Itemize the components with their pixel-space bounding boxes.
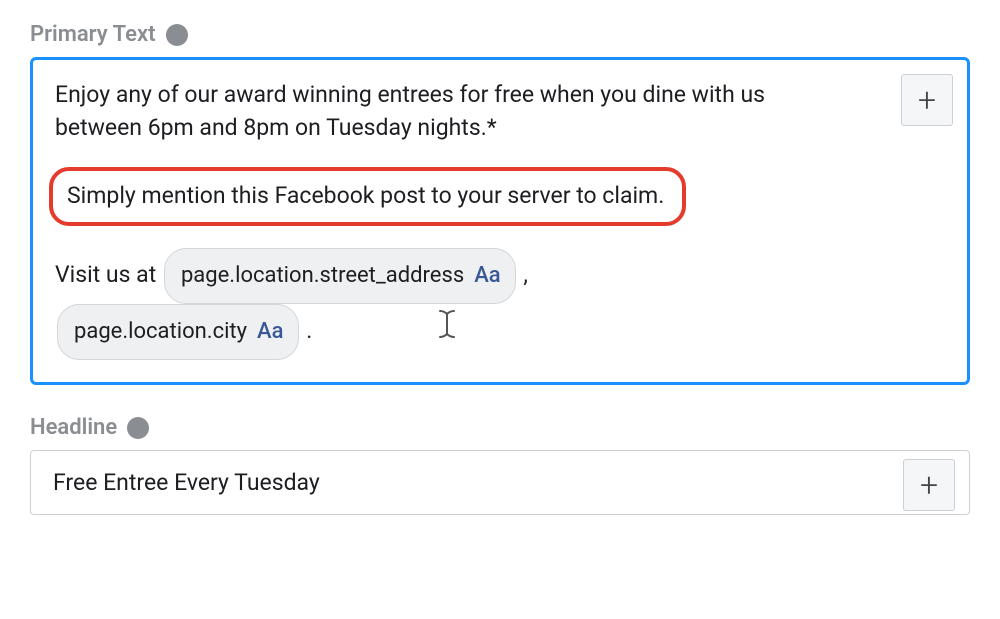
text-cursor-icon	[438, 308, 456, 356]
info-icon[interactable]: i	[166, 24, 188, 46]
period-separator: .	[306, 317, 312, 344]
token-format-icon: Aa	[257, 309, 283, 355]
primary-text-label: Primary Text	[30, 22, 156, 47]
info-icon[interactable]: i	[127, 417, 149, 439]
primary-text-input[interactable]: + Enjoy any of our award winning entrees…	[30, 57, 970, 385]
primary-text-label-row: Primary Text i	[30, 22, 970, 47]
visit-prefix: Visit us at	[55, 261, 156, 288]
highlighted-text: Simply mention this Facebook post to you…	[67, 182, 664, 209]
token-text: page.location.street_address	[181, 253, 464, 299]
headline-label-row: Headline i	[30, 415, 970, 440]
primary-text-paragraph-1: Enjoy any of our award winning entrees f…	[55, 78, 825, 145]
headline-label: Headline	[30, 415, 117, 440]
dynamic-token-city[interactable]: page.location.city Aa	[57, 304, 299, 360]
dynamic-token-street-address[interactable]: page.location.street_address Aa	[164, 248, 516, 304]
highlighted-instruction-annotation: Simply mention this Facebook post to you…	[49, 167, 686, 226]
add-headline-button[interactable]: +	[903, 459, 955, 511]
comma-separator: ,	[523, 261, 528, 288]
headline-input[interactable]: + Free Entree Every Tuesday	[30, 450, 970, 515]
token-text: page.location.city	[74, 309, 247, 355]
add-primary-text-button[interactable]: +	[901, 74, 953, 126]
headline-value: Free Entree Every Tuesday	[53, 469, 320, 496]
visit-us-line: Visit us at page.location.street_address…	[55, 248, 877, 360]
token-format-icon: Aa	[474, 253, 500, 299]
